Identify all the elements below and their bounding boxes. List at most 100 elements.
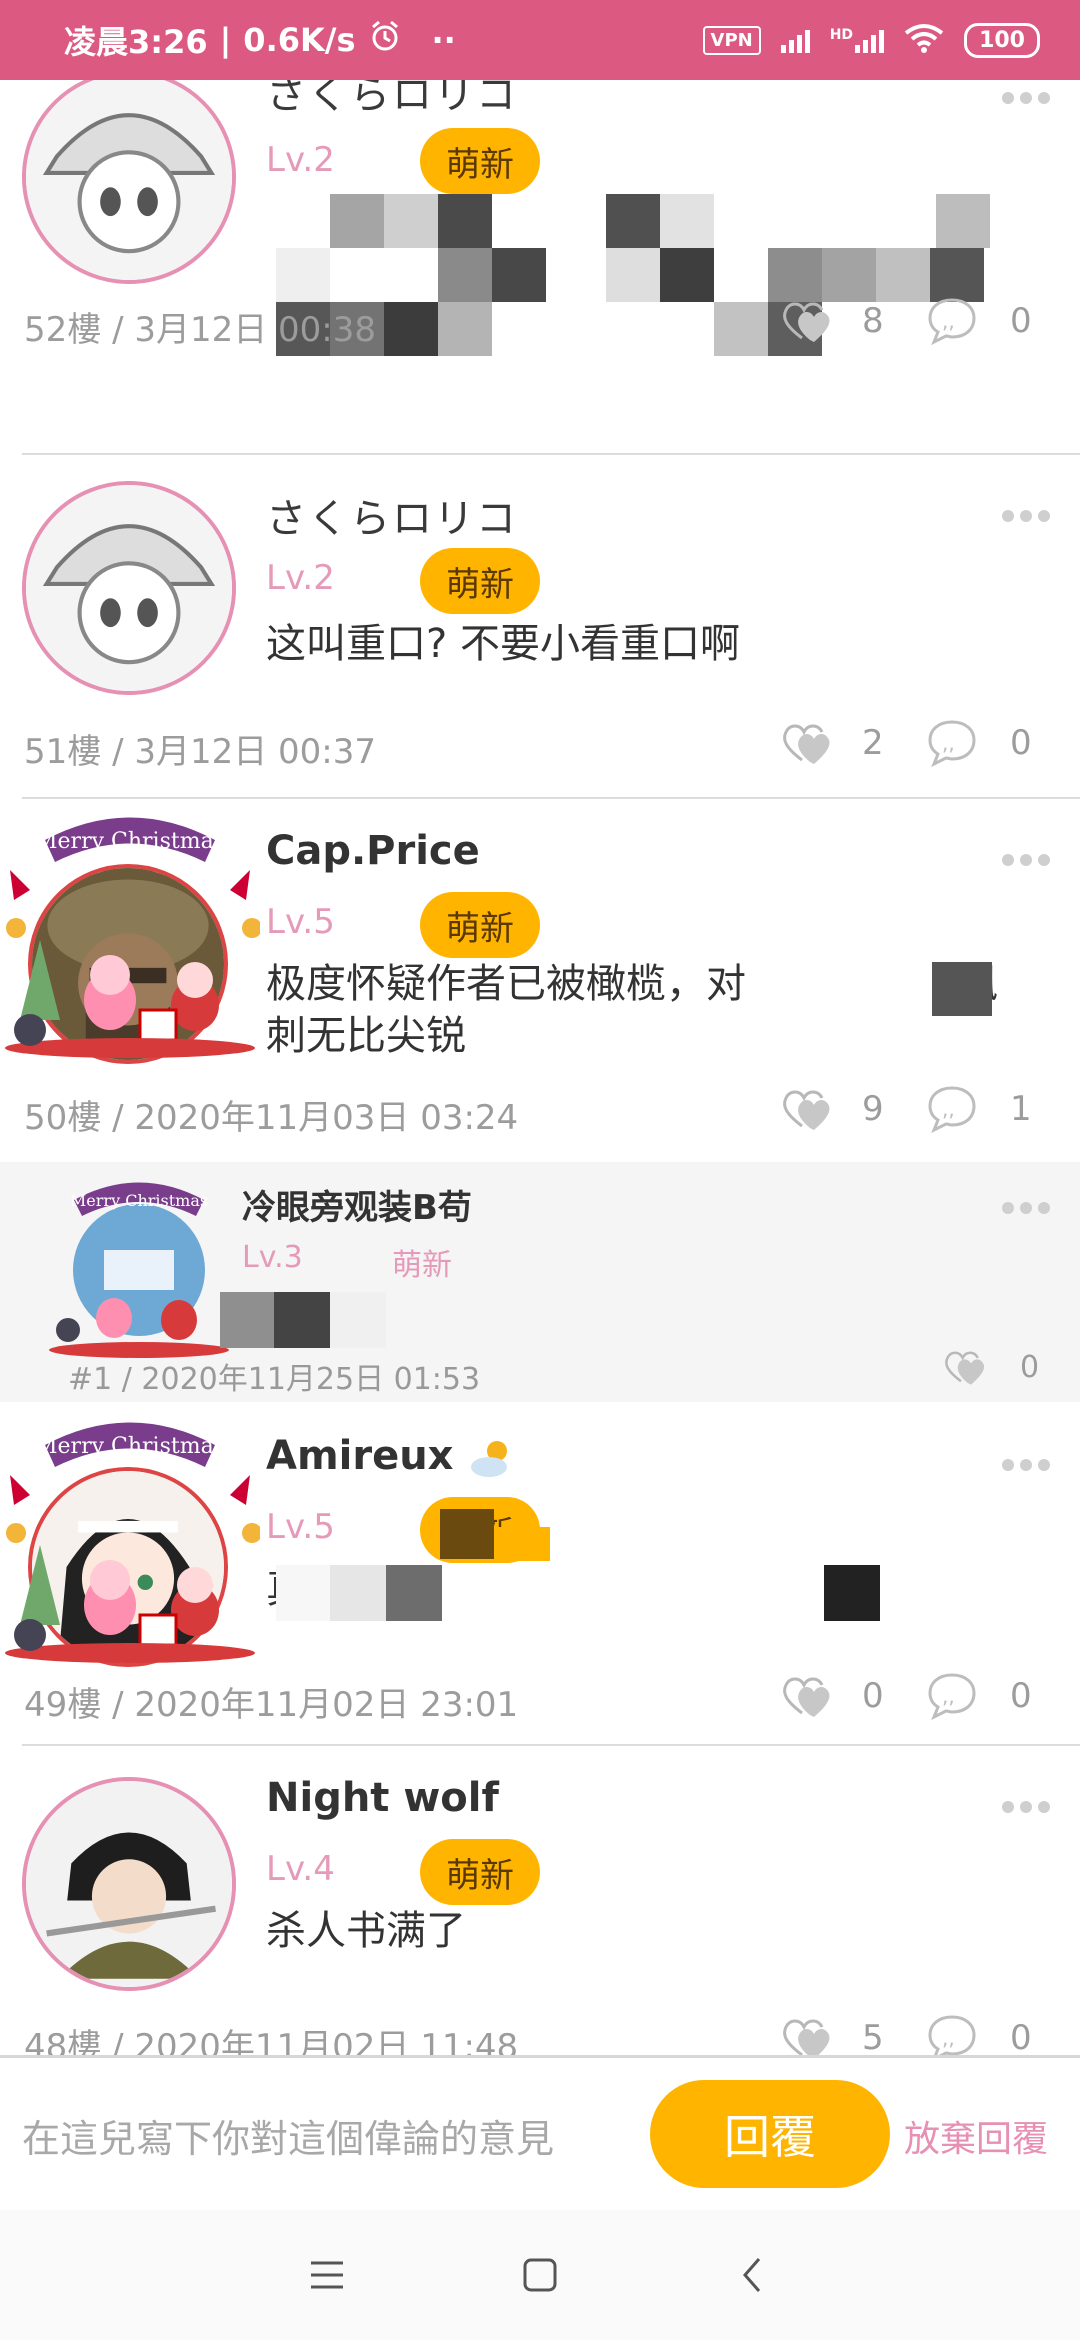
like-count: 9 <box>862 1089 884 1129</box>
reply-item[interactable]: Merry Christmas 冷眼旁观装B苟 Lv.3 萌新 #1 / 202… <box>0 1162 1080 1402</box>
like-count: 2 <box>862 723 884 763</box>
like-button[interactable]: 0 <box>780 1671 884 1721</box>
menu-icon[interactable] <box>297 2245 357 2305</box>
signal-icon <box>780 27 810 53</box>
more-options-icon[interactable] <box>1002 854 1050 866</box>
username[interactable]: Night wolf <box>266 1775 499 1821</box>
user-avatar[interactable] <box>22 80 236 284</box>
comment-count: 0 <box>1010 723 1032 763</box>
comment-button[interactable]: ,, 0 <box>924 296 1032 346</box>
quote-bubble-icon: ,, <box>928 720 976 768</box>
like-button[interactable]: 9 <box>780 1084 884 1134</box>
post-meta: 49樓 / 2020年11月02日 23:01 <box>24 1685 519 1725</box>
quote-bubble-icon: ,, <box>928 1086 976 1134</box>
reply-username[interactable]: 冷眼旁观装B苟 <box>242 1180 472 1229</box>
network-speed: 0.6K/s <box>243 21 356 59</box>
comment-count: 1 <box>1010 1089 1032 1129</box>
heart-icon <box>783 2019 830 2055</box>
comment-button[interactable]: ,, 0 <box>924 2013 1032 2055</box>
user-level: Lv.5 <box>266 1507 335 1547</box>
user-level: Lv.5 <box>266 902 335 942</box>
alarm-icon <box>368 19 402 61</box>
comment-button[interactable]: ,, 0 <box>924 718 1032 768</box>
submit-reply-button[interactable]: 回覆 <box>650 2080 890 2188</box>
merry-christmas-text: Merry Christmas <box>70 1191 208 1210</box>
username-text: Amireux <box>266 1433 454 1479</box>
post-meta: 52樓 / 3月12日 00:38 <box>24 310 377 350</box>
clock-time: 凌晨3:26 <box>64 23 208 61</box>
user-avatar[interactable] <box>22 1777 236 1991</box>
like-count: 8 <box>862 301 884 341</box>
heart-icon <box>783 724 830 764</box>
comment-text-line2: 刺无比尖锐 <box>266 1013 466 1059</box>
cancel-reply-link[interactable]: 放棄回覆 <box>904 2110 1048 2162</box>
comment-post: さくらロリコ Lv.2 萌新 52樓 / 3月12日 00:38 8 ,, 0 <box>0 80 1080 460</box>
pixelated-content <box>276 1565 896 1621</box>
username[interactable]: さくらロリコ <box>266 486 518 544</box>
comment-count: 0 <box>1010 301 1032 341</box>
like-button[interactable]: 5 <box>780 2013 884 2055</box>
more-options-icon[interactable] <box>1002 1202 1050 1214</box>
like-count: 5 <box>862 2018 884 2055</box>
comment-text: 这叫重口? 不要小看重口啊 <box>266 621 740 667</box>
christmas-frame: Merry Christmas <box>0 800 262 1060</box>
username[interactable]: Cap.Price <box>266 828 480 874</box>
hd-label: HD <box>829 27 854 43</box>
heart-icon <box>783 1677 830 1717</box>
back-icon[interactable] <box>723 2245 783 2305</box>
post-meta: 51樓 / 3月12日 00:37 <box>24 732 377 772</box>
comment-post: Night wolf Lv.4 萌新 杀人书满了 48樓 / 2020年11月0… <box>0 1747 1080 2055</box>
christmas-frame: Merry Christmas <box>44 1170 234 1360</box>
comment-button[interactable]: ,, 0 <box>924 1671 1032 1721</box>
svg-text:,,: ,, <box>942 731 955 755</box>
heart-icon <box>945 1351 985 1385</box>
comment-count: 0 <box>1010 1676 1032 1716</box>
more-options-icon[interactable] <box>1002 1801 1050 1813</box>
reply-user-level: Lv.3 <box>242 1240 303 1275</box>
username[interactable]: Amireux <box>266 1433 517 1479</box>
comment-post: さくらロリコ Lv.2 萌新 这叫重口? 不要小看重口啊 51樓 / 3月12日… <box>0 456 1080 796</box>
comment-count: 0 <box>1010 2018 1032 2055</box>
like-button[interactable]: 0 <box>942 1346 1039 1388</box>
svg-text:,,: ,, <box>942 309 955 333</box>
user-level: Lv.2 <box>266 140 335 180</box>
more-options-icon[interactable] <box>1002 510 1050 522</box>
sun-cloud-icon <box>467 1433 517 1479</box>
hd-signal-icon: HD <box>829 27 885 53</box>
christmas-frame: Merry Christmas <box>0 1405 262 1665</box>
reply-input-bar: 在這兒寫下你對這個偉論的意見 回覆 放棄回覆 <box>0 2055 1080 2210</box>
like-count: 0 <box>1020 1349 1040 1385</box>
like-button[interactable]: 2 <box>780 718 884 768</box>
more-options-icon[interactable] <box>1002 92 1050 104</box>
pixelated-badge <box>440 1509 550 1565</box>
more-options-icon[interactable] <box>1002 1459 1050 1471</box>
like-count: 0 <box>862 1676 884 1716</box>
like-button[interactable]: 8 <box>780 296 884 346</box>
system-nav-bar <box>0 2210 1080 2340</box>
comment-post: Merry Christmas Cap.Price Lv.5 萌新 极度怀疑作者… <box>0 800 1080 1162</box>
vpn-badge: VPN <box>702 25 761 55</box>
notification-dots: ·· <box>431 21 456 59</box>
status-separator: | <box>219 21 232 59</box>
quote-bubble-icon: ,, <box>928 298 976 346</box>
user-avatar[interactable] <box>22 481 236 695</box>
home-icon[interactable] <box>510 2245 570 2305</box>
user-level: Lv.2 <box>266 558 335 598</box>
rank-badge: 萌新 <box>420 548 540 614</box>
rank-badge: 萌新 <box>420 1839 540 1905</box>
reply-input[interactable]: 在這兒寫下你對這個偉論的意見 <box>22 2108 554 2163</box>
merry-christmas-text: Merry Christmas <box>35 1434 225 1459</box>
comment-button[interactable]: ,, 1 <box>924 1084 1032 1134</box>
username[interactable]: さくらロリコ <box>266 80 518 120</box>
post-divider <box>22 797 1080 799</box>
post-divider <box>22 453 1080 455</box>
post-meta: 50樓 / 2020年11月03日 03:24 <box>24 1098 519 1138</box>
pixelated-content <box>220 1292 390 1348</box>
svg-text:,,: ,, <box>942 1097 955 1121</box>
status-bar: 凌晨3:26 | 0.6K/s ·· VPN HD 100 <box>0 0 1080 80</box>
user-level: Lv.4 <box>266 1849 335 1889</box>
comment-text: 杀人书满了 <box>266 1908 466 1954</box>
comment-feed[interactable]: さくらロリコ Lv.2 萌新 52樓 / 3月12日 00:38 8 ,, 0 … <box>0 80 1080 2055</box>
svg-text:,,: ,, <box>942 1684 955 1708</box>
quote-bubble-icon: ,, <box>928 2015 976 2055</box>
